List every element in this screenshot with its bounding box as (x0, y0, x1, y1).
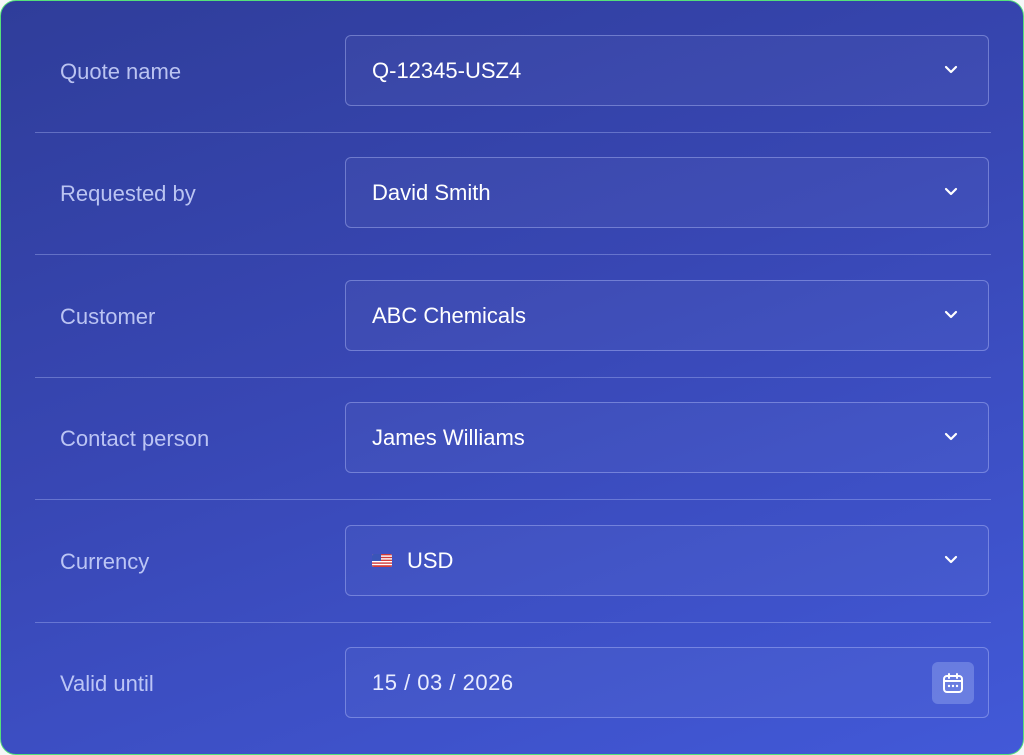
calendar-button[interactable] (932, 661, 974, 704)
chevron-down-icon (944, 555, 958, 563)
customer-row: Customer ABC Chemicals (35, 256, 991, 378)
currency-row: Currency USD (35, 501, 991, 623)
valid-until-label: Valid until (60, 671, 154, 696)
requested-by-value: David Smith (372, 179, 491, 205)
divider (35, 499, 991, 500)
contact-person-label: Contact person (60, 426, 210, 451)
valid-until-date-input[interactable]: 15 / 03 / 2026 (345, 647, 989, 718)
quote-form-card: Quote name Q-12345-USZ4 Requested by Dav… (0, 0, 1024, 755)
quote-name-select[interactable]: Q-12345-USZ4 (345, 35, 989, 106)
requested-by-label: Requested by (60, 181, 196, 206)
contact-person-value: James Williams (372, 424, 525, 450)
quote-name-value: Q-12345-USZ4 (372, 57, 522, 83)
contact-person-row: Contact person James Williams (35, 378, 991, 500)
quote-name-label: Quote name (60, 59, 182, 84)
chevron-down-icon (944, 187, 958, 195)
us-flag-icon (372, 554, 392, 567)
calendar-icon (943, 672, 963, 693)
customer-value: ABC Chemicals (372, 302, 527, 328)
valid-until-value: 15 / 03 / 2026 (372, 669, 514, 695)
quote-name-row: Quote name Q-12345-USZ4 (35, 11, 991, 133)
valid-until-row: Valid until 15 / 03 / 2026 (35, 623, 991, 745)
chevron-down-icon (944, 432, 958, 440)
chevron-down-icon (944, 65, 958, 73)
currency-value: USD (407, 547, 454, 573)
customer-label: Customer (60, 304, 156, 329)
divider (35, 254, 991, 255)
requested-by-select[interactable]: David Smith (345, 157, 989, 228)
chevron-down-icon (944, 310, 958, 318)
customer-select[interactable]: ABC Chemicals (345, 280, 989, 351)
requested-by-row: Requested by David Smith (35, 133, 991, 255)
currency-label: Currency (60, 549, 150, 574)
currency-select[interactable]: USD (345, 525, 989, 596)
contact-person-select[interactable]: James Williams (345, 402, 989, 473)
